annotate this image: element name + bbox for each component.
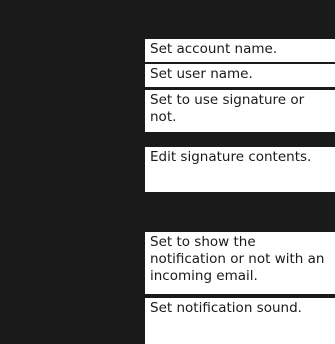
- signature-edit-description: Edit signature contents.: [145, 147, 335, 192]
- notification-sound-description: Set notification sound.: [145, 298, 335, 344]
- signature-toggle-description: Set to use signature or not.: [145, 90, 335, 132]
- user-name-description: Set user name.: [145, 64, 335, 87]
- account-name-description: Set account name.: [145, 39, 335, 62]
- notification-toggle-description: Set to show the notification or not with…: [145, 232, 335, 294]
